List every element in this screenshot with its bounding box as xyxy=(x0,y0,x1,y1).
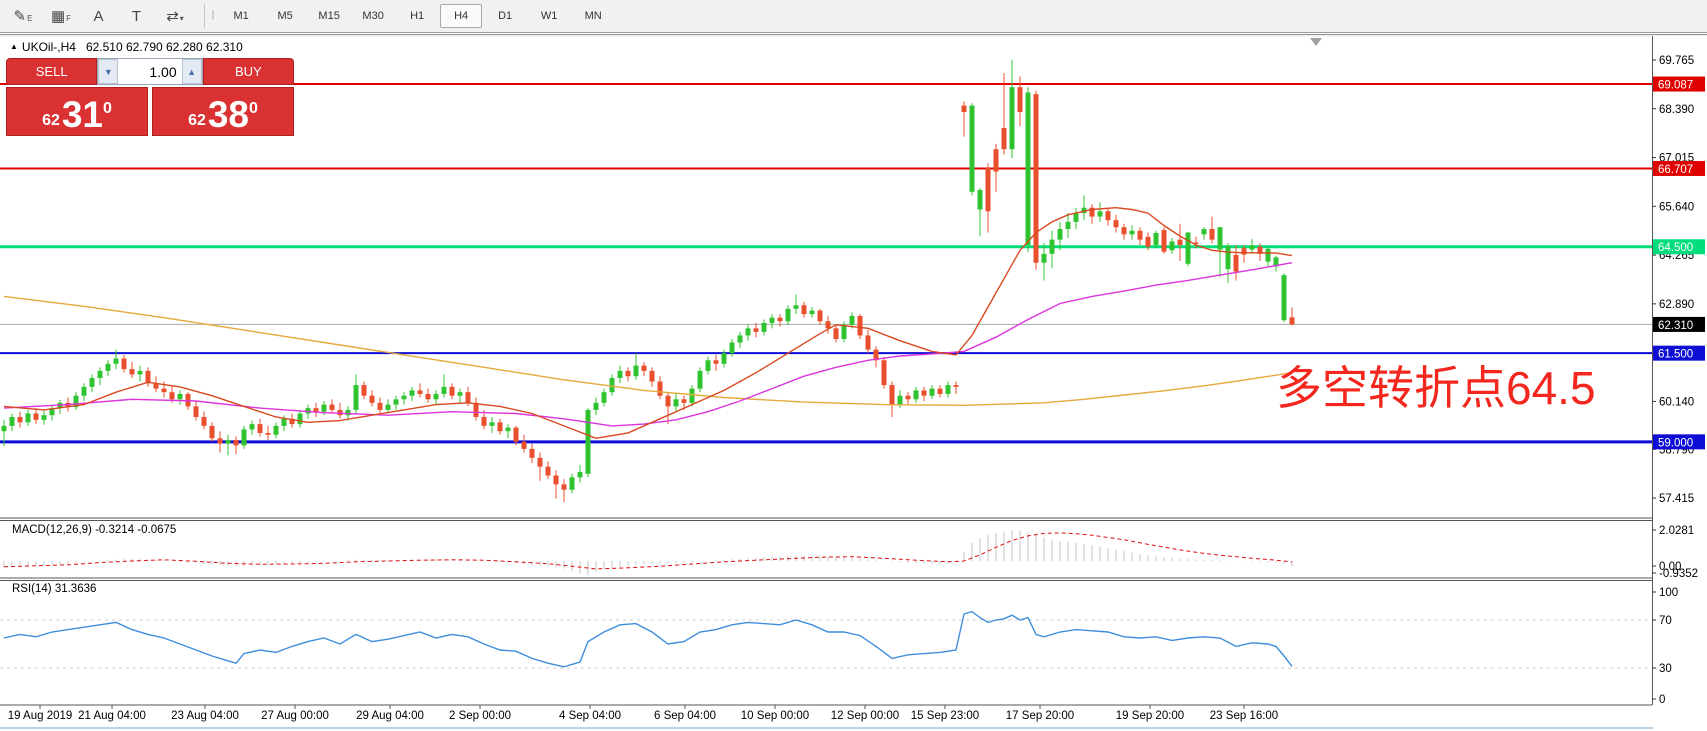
text-box-icon[interactable]: T xyxy=(119,3,155,29)
volume-spinner: ▼ 1.00 ▲ xyxy=(97,58,202,85)
buy-price-whole: 62 xyxy=(188,110,206,132)
main-toolbar: ✎E▦FAT⇄▾ ⁞⁞ M1M5M15M30H1H4D1W1MN xyxy=(0,0,1707,33)
toolbar-separator xyxy=(204,4,205,28)
timeframe-button-h4[interactable]: H4 xyxy=(440,4,482,28)
macd-indicator-label: MACD(12,26,9) -0.3214 -0.0675 xyxy=(12,524,176,536)
rsi-indicator-label: RSI(14) 31.3636 xyxy=(12,583,96,595)
buy-price-pips: 38 xyxy=(208,98,249,132)
buy-button[interactable]: BUY xyxy=(203,58,294,85)
draw-trendline-icon[interactable]: ✎E xyxy=(5,3,41,29)
timeframe-button-m5[interactable]: M5 xyxy=(264,4,306,28)
svg-text:23 Aug 04:00: 23 Aug 04:00 xyxy=(171,710,239,722)
timeframe-buttons-group: M1M5M15M30H1H4D1W1MN xyxy=(219,4,615,28)
one-click-trading-panel: SELL ▼ 1.00 ▲ BUY 62310 62380 xyxy=(6,58,294,136)
timeframe-button-h1[interactable]: H1 xyxy=(396,4,438,28)
svg-text:17 Sep 20:00: 17 Sep 20:00 xyxy=(1006,710,1074,722)
timeframe-button-m15[interactable]: M15 xyxy=(308,4,350,28)
timeframe-button-w1[interactable]: W1 xyxy=(528,4,570,28)
buy-price-display[interactable]: 62380 xyxy=(152,87,294,136)
cycle-arrows-icon[interactable]: ⇄▾ xyxy=(157,3,193,29)
timeframe-button-m1[interactable]: M1 xyxy=(220,4,262,28)
timeframe-button-d1[interactable]: D1 xyxy=(484,4,526,28)
svg-text:59.000: 59.000 xyxy=(1658,437,1693,449)
svg-text:15 Sep 23:00: 15 Sep 23:00 xyxy=(911,710,979,722)
svg-text:21 Aug 04:00: 21 Aug 04:00 xyxy=(78,710,146,722)
svg-text:66.707: 66.707 xyxy=(1658,164,1693,176)
symbol-name: UKOil-,H4 xyxy=(22,40,76,54)
svg-text:4 Sep 04:00: 4 Sep 04:00 xyxy=(559,710,621,722)
svg-text:65.640: 65.640 xyxy=(1659,201,1694,213)
chart-text-annotation: 多空转折点64.5 xyxy=(1276,364,1596,412)
svg-text:57.415: 57.415 xyxy=(1659,493,1694,505)
toolbar-drag-handle-icon[interactable]: ⁞⁞ xyxy=(211,10,213,22)
svg-text:19 Aug 2019: 19 Aug 2019 xyxy=(8,710,73,722)
svg-text:61.500: 61.500 xyxy=(1658,349,1693,361)
timeframe-button-mn[interactable]: MN xyxy=(572,4,614,28)
svg-text:27 Aug 00:00: 27 Aug 00:00 xyxy=(261,710,329,722)
svg-text:23 Sep 16:00: 23 Sep 16:00 xyxy=(1210,710,1278,722)
sell-button[interactable]: SELL xyxy=(6,58,97,85)
sell-price-fraction: 0 xyxy=(103,100,112,118)
svg-text:62.890: 62.890 xyxy=(1659,299,1694,311)
svg-text:12 Sep 00:00: 12 Sep 00:00 xyxy=(831,710,899,722)
svg-text:70: 70 xyxy=(1659,615,1672,627)
svg-text:64.500: 64.500 xyxy=(1658,242,1693,254)
svg-text:6 Sep 04:00: 6 Sep 04:00 xyxy=(654,710,716,722)
drawing-tools-group: ✎E▦FAT⇄▾ xyxy=(4,3,194,29)
svg-text:62.310: 62.310 xyxy=(1658,320,1693,332)
collapse-triangle-icon[interactable]: ▲ xyxy=(10,42,18,51)
volume-input[interactable]: 1.00 xyxy=(118,59,181,84)
sell-price-pips: 31 xyxy=(62,98,103,132)
sell-price-display[interactable]: 62310 xyxy=(6,87,148,136)
volume-increase-icon[interactable]: ▲ xyxy=(182,59,202,84)
trading-app-window: { "toolbar": { "icon_buttons": [ {"name"… xyxy=(0,0,1707,731)
svg-text:10 Sep 00:00: 10 Sep 00:00 xyxy=(741,710,809,722)
svg-text:30: 30 xyxy=(1659,663,1672,675)
sell-price-whole: 62 xyxy=(42,110,60,132)
svg-text:2.0281: 2.0281 xyxy=(1659,525,1694,537)
svg-text:60.140: 60.140 xyxy=(1659,396,1694,408)
svg-text:0: 0 xyxy=(1659,694,1665,706)
buy-price-fraction: 0 xyxy=(249,100,258,118)
svg-text:2 Sep 00:00: 2 Sep 00:00 xyxy=(449,710,511,722)
ohlc-values: 62.510 62.790 62.280 62.310 xyxy=(86,40,243,54)
svg-text:68.390: 68.390 xyxy=(1659,104,1694,116)
svg-text:29 Aug 04:00: 29 Aug 04:00 xyxy=(356,710,424,722)
svg-text:69.765: 69.765 xyxy=(1659,55,1694,67)
text-label-icon[interactable]: A xyxy=(81,3,117,29)
svg-text:19 Sep 20:00: 19 Sep 20:00 xyxy=(1116,710,1184,722)
symbol-title-bar: ▲ UKOil-,H4 62.510 62.790 62.280 62.310 xyxy=(10,40,243,54)
timeframe-button-m30[interactable]: M30 xyxy=(352,4,394,28)
svg-text:100: 100 xyxy=(1659,587,1678,599)
grid-pattern-icon[interactable]: ▦F xyxy=(43,3,79,29)
svg-text:-0.9352: -0.9352 xyxy=(1659,568,1698,580)
svg-text:69.087: 69.087 xyxy=(1658,80,1693,92)
volume-decrease-icon[interactable]: ▼ xyxy=(98,59,118,84)
